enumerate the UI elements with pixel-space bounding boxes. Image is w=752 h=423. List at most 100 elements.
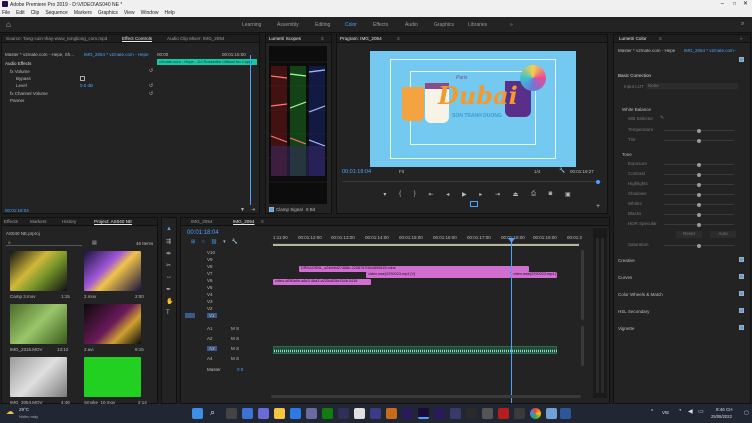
tone-reset-button[interactable]: Reset [676,231,702,238]
bit-depth[interactable]: 8 Bit [306,207,315,212]
workspace-learning[interactable]: Learning [242,22,261,28]
workspace-audio[interactable]: Audio [405,22,418,28]
reset-icon[interactable]: ↺ [149,68,153,74]
wifi-icon[interactable]: ◔ [678,408,682,414]
workspace-libraries[interactable]: Libraries [468,22,487,28]
razor-tool-icon[interactable]: ✂ [166,262,171,269]
lc-white-balance[interactable]: White Balance [622,107,651,112]
audio-tracks-scrollbar[interactable] [581,326,584,366]
lc-basic-correction[interactable]: Basic Correction [618,73,651,78]
pen-tool-icon[interactable]: ✒ [166,286,171,293]
volume-icon[interactable]: ◀ [688,408,693,415]
timeline-audio-clip-a3[interactable] [273,346,558,354]
hand-tool-icon[interactable]: ✋ [166,298,173,305]
saturation-slider[interactable] [664,243,734,248]
menu-help[interactable]: Help [164,10,174,16]
close-button[interactable]: ✕ [743,0,748,7]
track-a2[interactable]: A2 [207,336,213,341]
lc-clip-label[interactable]: IMG_2054 * v2mate.com - Hepe [684,48,736,53]
timeline-menu-icon[interactable]: ≡ [261,219,264,224]
workspace-effects[interactable]: Effects [373,22,388,28]
home-icon[interactable]: ⌂ [6,20,11,29]
ec-item-panner[interactable]: Panner [10,98,25,103]
start-button-icon[interactable] [192,408,203,419]
timeline-settings-icon[interactable]: 🔧 [232,239,238,245]
workspace-search-icon[interactable]: ⌕ [741,21,744,28]
curves-toggle[interactable] [739,274,744,279]
blacks-slider[interactable] [664,212,734,217]
marker-icon[interactable]: ▾ [383,191,386,198]
premiere-taskbar-icon[interactable] [418,408,429,419]
app-icon-9[interactable] [514,408,525,419]
mute-a2[interactable]: M S [231,336,239,341]
track-v9[interactable]: V9 [207,257,213,262]
notification-icon[interactable]: ▢ [744,410,749,416]
app-icon-5[interactable] [402,408,413,419]
timeline-h-scrollbar[interactable] [271,395,581,398]
language-indicator[interactable]: VIE [662,410,669,415]
add-marker-icon[interactable]: ▾ [223,239,226,245]
highlights-slider[interactable] [664,182,734,187]
video-tracks-scrollbar[interactable] [581,250,584,320]
compare-icon[interactable]: ▣ [565,191,571,198]
lc-tone[interactable]: Tone [622,152,632,157]
tab-effects[interactable]: Effects [4,219,18,224]
tint-slider[interactable] [664,138,734,143]
timeline-ruler[interactable]: 1:11:00 00:01:12:00 00:01:13:00 00:01:14… [271,232,582,244]
track-v7[interactable]: V7 [207,271,213,276]
linked-selection-icon[interactable]: ⛓ [211,239,217,245]
resolution-dropdown[interactable]: 1/4 [534,169,540,174]
menu-graphics[interactable]: Graphics [98,10,118,16]
menu-file[interactable]: File [2,10,10,16]
tab-timeline-2[interactable]: IMG_2054 [233,219,254,224]
program-video-frame[interactable]: Paris Dubai SON TRANH DUONG [370,51,576,167]
workspace-graphics[interactable]: Graphics [434,22,454,28]
ec-level-value[interactable]: 0.0 dB [80,83,93,88]
exposure-slider[interactable] [664,162,734,167]
timeline-timecode[interactable]: 00:01:18:04 [187,230,219,236]
lumetri-menu-icon[interactable]: ≡ [659,36,662,41]
tray-chevron-icon[interactable]: ^ [651,409,653,415]
tab-lumetri-scopes[interactable]: Lumetri Scopes [269,36,301,41]
tone-auto-button[interactable]: Auto [710,231,736,238]
menu-window[interactable]: Window [141,10,159,16]
wrench-icon[interactable]: 🔧 [559,168,565,174]
lift-icon[interactable]: ⏏ [513,191,519,198]
lc-master-label[interactable]: Master * v2mate.com - Hepe [618,48,678,53]
track-v3[interactable]: V3 [207,299,213,304]
tab-source[interactable]: Source: Tang-cuin-thay-www_tongliong_com… [6,36,107,41]
file-explorer-icon[interactable] [274,408,285,419]
ec-clip-bar[interactable]: v2mate.com - Hepe - DJ Rossinfire Offici… [157,59,257,65]
program-timecode[interactable]: 00:01:18:04 [342,169,371,175]
weather-icon[interactable]: ☁ [6,407,14,416]
chrome-icon[interactable] [530,408,541,419]
vignette-toggle[interactable] [739,325,744,330]
ec-item-channel-volume[interactable]: fx Channel Volume [10,91,48,96]
slip-tool-icon[interactable]: ↔ [166,274,172,280]
menu-view[interactable]: View [124,10,135,16]
extract-icon[interactable]: ⎙ [531,191,536,198]
thumb-smoke10[interactable] [84,357,141,397]
track-a4[interactable]: A4 [207,356,213,361]
app-icon-3[interactable] [370,408,381,419]
tab-lumetri-color[interactable]: Lumetri Color [619,36,647,41]
lc-vignette[interactable]: Vignette [618,326,634,331]
tab-history[interactable]: History [62,219,76,224]
shadows-slider[interactable] [664,192,734,197]
selection-tool-icon[interactable]: ▲ [166,226,172,232]
store-icon[interactable] [306,408,317,419]
media-encoder-icon[interactable] [450,408,461,419]
export-icon[interactable]: ⇥ [251,207,255,213]
lumetri-expand-icon[interactable]: » [740,36,743,41]
color-wheels-toggle[interactable] [739,291,744,296]
thumb-img2054[interactable] [10,357,67,397]
bypass-checkbox[interactable] [80,76,85,81]
thumb-2mov[interactable] [84,251,141,291]
eyedropper-icon[interactable]: ✎ [660,115,664,121]
track-v4[interactable]: V4 [207,292,213,297]
track-v5[interactable]: V5 [207,285,213,290]
tab-program[interactable]: Program: IMG_2054 [340,36,382,41]
app-icon-4[interactable] [386,408,397,419]
track-v1[interactable]: V1 [207,313,217,318]
thumb-2avi[interactable] [84,304,141,344]
